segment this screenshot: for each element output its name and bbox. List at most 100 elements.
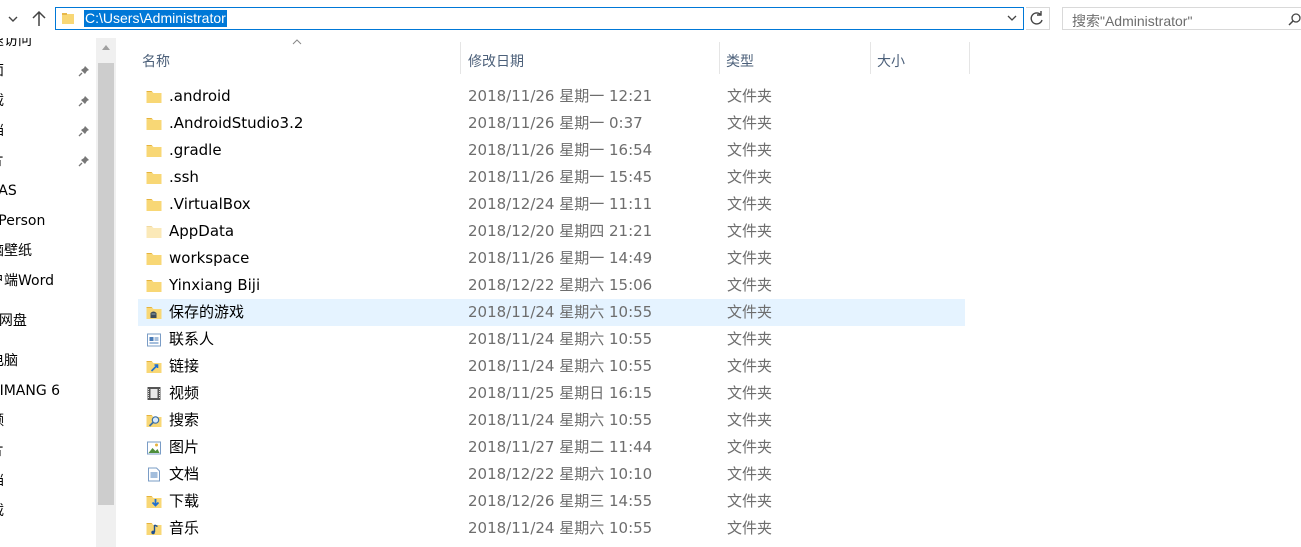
file-type: 文件夹	[727, 195, 773, 213]
file-row[interactable]: workspace 2018/11/26 星期一 14:49 文件夹	[138, 245, 965, 272]
file-date-modified: 2018/11/24 星期六 10:55	[468, 411, 653, 429]
sidebar-item[interactable]: yAS	[0, 179, 17, 203]
file-type: 文件夹	[727, 519, 773, 537]
folder-icon	[146, 253, 162, 265]
file-name: .AndroidStudio3.2	[169, 114, 304, 132]
file-type: 文件夹	[727, 492, 773, 510]
file-row[interactable]: .android 2018/11/26 星期一 12:21 文件夹	[138, 83, 965, 110]
column-divider[interactable]	[969, 42, 970, 74]
sidebar-item[interactable]: S网盘	[0, 309, 27, 333]
file-row[interactable]: 搜索 2018/11/24 星期六 10:55 文件夹	[138, 407, 965, 434]
file-row[interactable]: 联系人 2018/11/24 星期六 10:55 文件夹	[138, 326, 965, 353]
column-name[interactable]: 名称	[142, 42, 170, 76]
file-type: 文件夹	[727, 87, 773, 105]
file-date-modified: 2018/12/22 星期六 10:10	[468, 465, 653, 483]
refresh-icon	[1030, 11, 1043, 25]
file-row[interactable]: 链接 2018/11/24 星期六 10:55 文件夹	[138, 353, 965, 380]
searches-icon	[146, 415, 162, 427]
pin-icon[interactable]	[78, 95, 90, 107]
saved-games-icon	[146, 307, 162, 319]
file-date-modified: 2018/12/24 星期一 11:11	[468, 195, 653, 213]
folder-icon	[146, 280, 162, 292]
file-type: 文件夹	[727, 465, 773, 483]
music-icon	[146, 523, 162, 535]
file-name: 视频	[169, 384, 200, 402]
file-row[interactable]: 保存的游戏 2018/11/24 星期六 10:55 文件夹	[138, 299, 965, 326]
file-row[interactable]: 音乐 2018/11/24 星期六 10:55 文件夹	[138, 515, 965, 542]
sidebar-item[interactable]: yPerson	[0, 209, 45, 233]
column-header: 名称 修改日期 类型 大小	[116, 38, 1301, 80]
file-type: 文件夹	[727, 249, 773, 267]
up-arrow-icon[interactable]	[26, 6, 52, 32]
file-type: 文件夹	[727, 141, 773, 159]
file-name: 链接	[169, 357, 200, 375]
pin-icon[interactable]	[78, 65, 90, 77]
sidebar-item[interactable]: 片	[0, 149, 4, 173]
navigation-bar: C:\Users\Administrator 搜索"Administrator"	[0, 0, 1301, 38]
sidebar-item[interactable]: 脑壁纸	[0, 239, 32, 263]
navigation-pane-scrollbar[interactable]	[96, 38, 116, 547]
file-type: 文件夹	[727, 438, 773, 456]
file-row[interactable]: .ssh 2018/11/26 星期一 15:45 文件夹	[138, 164, 965, 191]
file-type: 文件夹	[727, 357, 773, 375]
file-name: 图片	[169, 438, 200, 456]
refresh-button[interactable]	[1026, 7, 1050, 30]
sidebar-item[interactable]: 户端Word	[0, 269, 54, 293]
column-size[interactable]: 大小	[877, 42, 905, 76]
file-type: 文件夹	[727, 411, 773, 429]
column-divider[interactable]	[460, 42, 461, 74]
scrollbar-thumb[interactable]	[98, 63, 114, 505]
file-row[interactable]: AppData 2018/12/20 星期四 21:21 文件夹	[138, 218, 965, 245]
column-date-modified[interactable]: 修改日期	[468, 42, 524, 76]
sidebar-item[interactable]: 载	[0, 89, 4, 113]
file-date-modified: 2018/12/22 星期六 15:06	[468, 276, 653, 294]
address-bar[interactable]: C:\Users\Administrator	[55, 7, 1024, 30]
sidebar-item[interactable]: 电脑	[0, 349, 18, 373]
sidebar-item[interactable]: 频	[0, 409, 4, 433]
search-input[interactable]: 搜索"Administrator"	[1072, 11, 1192, 31]
file-name: 保存的游戏	[169, 303, 245, 321]
folder-icon	[62, 13, 74, 24]
file-row[interactable]: .gradle 2018/11/26 星期一 16:54 文件夹	[138, 137, 965, 164]
sidebar-item[interactable]: 速访问	[0, 38, 32, 53]
search-icon[interactable]	[1288, 12, 1301, 26]
search-box[interactable]: 搜索"Administrator"	[1062, 7, 1301, 30]
file-row[interactable]: 视频 2018/11/25 星期日 16:15 文件夹	[138, 380, 965, 407]
scroll-up-icon[interactable]	[102, 44, 110, 50]
file-date-modified: 2018/11/24 星期六 10:55	[468, 357, 653, 375]
file-date-modified: 2018/11/26 星期一 15:45	[468, 168, 653, 186]
sidebar-item[interactable]: 载	[0, 499, 4, 523]
file-name: workspace	[169, 249, 250, 267]
pin-icon[interactable]	[78, 155, 90, 167]
file-type: 文件夹	[727, 303, 773, 321]
sidebar-item[interactable]: 档	[0, 119, 4, 143]
file-type: 文件夹	[727, 276, 773, 294]
sidebar-item[interactable]: AIMANG 6	[0, 379, 60, 403]
column-divider[interactable]	[719, 42, 720, 74]
address-path[interactable]: C:\Users\Administrator	[84, 10, 227, 27]
file-name: 文档	[169, 465, 200, 483]
column-type[interactable]: 类型	[726, 42, 754, 76]
file-row[interactable]: .AndroidStudio3.2 2018/11/26 星期一 0:37 文件夹	[138, 110, 965, 137]
file-row[interactable]: 下载 2018/12/26 星期三 14:55 文件夹	[138, 488, 965, 515]
file-row[interactable]: .VirtualBox 2018/12/24 星期一 11:11 文件夹	[138, 191, 965, 218]
pin-icon[interactable]	[78, 125, 90, 137]
file-row[interactable]: 图片 2018/11/27 星期二 11:44 文件夹	[138, 434, 965, 461]
pictures-icon	[147, 441, 161, 455]
navigation-pane: 速访问面载档片yASyPerson脑壁纸户端WordS网盘电脑AIMANG 6频…	[0, 38, 96, 547]
file-row[interactable]: 文档 2018/12/22 星期六 10:10 文件夹	[138, 461, 965, 488]
sort-ascending-icon	[292, 39, 302, 45]
file-type: 文件夹	[727, 114, 773, 132]
chevron-down-icon[interactable]	[1005, 11, 1019, 25]
recent-locations-chevron-icon[interactable]	[5, 9, 21, 29]
file-date-modified: 2018/11/26 星期一 16:54	[468, 141, 653, 159]
sidebar-item[interactable]: 档	[0, 469, 4, 493]
sidebar-item[interactable]: 面	[0, 59, 4, 83]
file-row[interactable]: Yinxiang Biji 2018/12/22 星期六 15:06 文件夹	[138, 272, 965, 299]
file-type: 文件夹	[727, 168, 773, 186]
column-divider[interactable]	[870, 42, 871, 74]
file-type: 文件夹	[727, 384, 773, 402]
sidebar-item[interactable]: 片	[0, 439, 4, 463]
folder-icon	[146, 145, 162, 157]
file-name: Yinxiang Biji	[169, 276, 261, 294]
